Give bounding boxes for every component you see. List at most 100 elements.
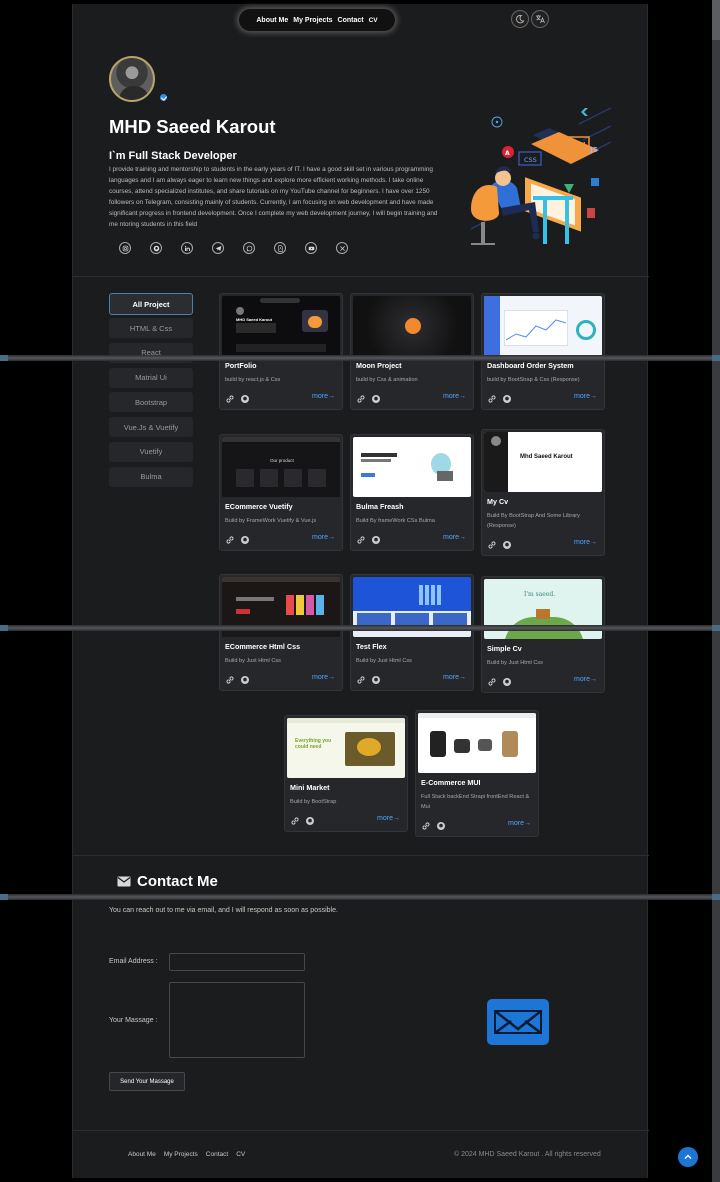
translate-icon <box>536 15 545 24</box>
project-card[interactable]: I'm saeed. Simple Cv Build by Just Html … <box>481 576 605 693</box>
github-icon[interactable] <box>502 674 512 686</box>
language-toggle-button[interactable] <box>531 10 549 28</box>
link-icon[interactable] <box>225 391 235 403</box>
nav-contact-link[interactable]: Contact <box>338 17 364 24</box>
more-link[interactable]: more→ <box>574 393 597 400</box>
project-thumbnail: Mhd Saeed Karout <box>484 432 602 492</box>
more-link[interactable]: more→ <box>312 534 335 541</box>
social-links <box>119 242 348 254</box>
nav-about-link[interactable]: About Me <box>256 17 288 24</box>
footer-projects-link[interactable]: My Projects <box>164 1151 198 1158</box>
footer-about-link[interactable]: About Me <box>128 1151 156 1158</box>
nav-projects-link[interactable]: My Projects <box>293 17 332 24</box>
github-icon[interactable] <box>240 532 250 544</box>
project-desc: build by BootStrap & Css (Response) <box>487 377 580 383</box>
more-link[interactable]: more→ <box>312 674 335 681</box>
project-thumbnail <box>353 296 471 356</box>
link-icon[interactable] <box>225 672 235 684</box>
pdf-icon[interactable] <box>274 242 286 254</box>
project-card[interactable]: Moon Project build by Css & animation mo… <box>350 293 474 410</box>
link-icon[interactable] <box>225 532 235 544</box>
footer-links: About Me My Projects Contact CV <box>128 1151 245 1158</box>
filter-vue-vuetify-button[interactable]: Vue.Js & Vuetify <box>109 417 193 438</box>
more-link[interactable]: more→ <box>508 820 531 827</box>
project-desc: build by Css & animation <box>356 377 418 383</box>
github-icon[interactable] <box>436 818 446 830</box>
send-message-button[interactable]: Send Your Massage <box>109 1072 185 1091</box>
project-card[interactable]: Test Flex Build by Just Html Css more→ <box>350 574 474 691</box>
project-card[interactable]: Mhd Saeed Karout My Cv Build By BootStra… <box>481 429 605 556</box>
project-card[interactable]: E-Commerce MUI Full Stack backEnd Strapi… <box>415 710 539 837</box>
link-icon[interactable] <box>421 818 431 830</box>
link-icon[interactable] <box>487 537 497 549</box>
email-label: Email Address : <box>109 958 158 965</box>
project-thumbnail <box>353 437 471 497</box>
link-icon[interactable] <box>487 391 497 403</box>
project-title: PortFolio <box>225 361 257 370</box>
github-icon[interactable] <box>150 242 162 254</box>
project-card[interactable]: Bulma Freash Build By frameWork CSs Bulm… <box>350 434 474 551</box>
top-navbar: About Me My Projects Contact CV <box>239 9 395 31</box>
project-card[interactable]: Everything you could need Mini Market Bu… <box>284 715 408 832</box>
link-icon[interactable] <box>356 532 366 544</box>
project-title: Mini Market <box>290 783 330 792</box>
github-icon[interactable] <box>502 537 512 549</box>
more-link[interactable]: more→ <box>377 815 400 822</box>
project-card[interactable]: MHD Saeed Karout PortFolio build by reac… <box>219 293 343 410</box>
telegram-icon[interactable] <box>212 242 224 254</box>
message-textarea[interactable] <box>169 982 305 1058</box>
github-icon[interactable] <box>371 532 381 544</box>
more-link[interactable]: more→ <box>574 539 597 546</box>
project-card[interactable]: ECommerce Html Css Build by Just Html Cs… <box>219 574 343 691</box>
github-icon[interactable] <box>502 391 512 403</box>
linkedin-icon[interactable] <box>181 242 193 254</box>
project-desc: Build by BootStrap <box>290 799 337 805</box>
link-icon[interactable] <box>487 674 497 686</box>
project-title: ECommerce Html Css <box>225 642 301 651</box>
youtube-icon[interactable] <box>305 242 317 254</box>
project-title: Bulma Freash <box>356 502 404 511</box>
email-field[interactable] <box>169 953 305 971</box>
more-link[interactable]: more→ <box>443 534 466 541</box>
filter-bootstrap-button[interactable]: Bootstrap <box>109 392 193 413</box>
github-icon[interactable] <box>240 391 250 403</box>
github-icon[interactable] <box>305 813 315 825</box>
link-icon[interactable] <box>290 813 300 825</box>
project-desc: Build By frameWork CSs Bulma <box>356 518 435 524</box>
hero-divider <box>73 276 649 277</box>
footer-contact-link[interactable]: Contact <box>206 1151 228 1158</box>
theme-toggle-button[interactable] <box>511 10 529 28</box>
filter-all-button[interactable]: All Project <box>109 293 193 315</box>
project-title: ECommerce Vuetify <box>225 502 293 511</box>
scroll-to-top-button[interactable] <box>678 1147 698 1167</box>
footer-cv-link[interactable]: CV <box>236 1151 245 1158</box>
window-scrollbar[interactable] <box>712 0 720 1182</box>
github-icon[interactable] <box>371 672 381 684</box>
filter-material-ui-button[interactable]: Matrial Ui <box>109 367 193 388</box>
project-card[interactable]: Dashboard Order System build by BootStra… <box>481 293 605 410</box>
nav-cv-link[interactable]: CV <box>369 17 378 24</box>
project-desc: Build by Just Html Css <box>356 658 412 664</box>
whatsapp-icon[interactable] <box>243 242 255 254</box>
footer-divider <box>73 1130 649 1131</box>
illus-html-label: HTML <box>564 141 588 150</box>
instagram-icon[interactable] <box>119 242 131 254</box>
project-card[interactable]: Our product ECommerce Vuetify Build by F… <box>219 434 343 551</box>
more-link[interactable]: more→ <box>574 676 597 683</box>
x-icon[interactable] <box>336 242 348 254</box>
filter-html-css-button[interactable]: HTML & Css <box>109 318 193 338</box>
more-link[interactable]: more→ <box>443 393 466 400</box>
more-link[interactable]: more→ <box>443 674 466 681</box>
project-thumbnail: MHD Saeed Karout <box>222 296 340 356</box>
envelope-icon <box>487 999 549 1045</box>
filter-vuetify-button[interactable]: Vuetify <box>109 441 193 462</box>
link-icon[interactable] <box>356 391 366 403</box>
scrollbar-thumb[interactable] <box>712 0 720 40</box>
github-icon[interactable] <box>240 672 250 684</box>
filter-bulma-button[interactable]: Bulma <box>109 466 193 487</box>
more-link[interactable]: more→ <box>312 393 335 400</box>
chevron-up-icon <box>684 1154 692 1159</box>
project-title: My Cv <box>487 497 509 506</box>
github-icon[interactable] <box>371 391 381 403</box>
link-icon[interactable] <box>356 672 366 684</box>
